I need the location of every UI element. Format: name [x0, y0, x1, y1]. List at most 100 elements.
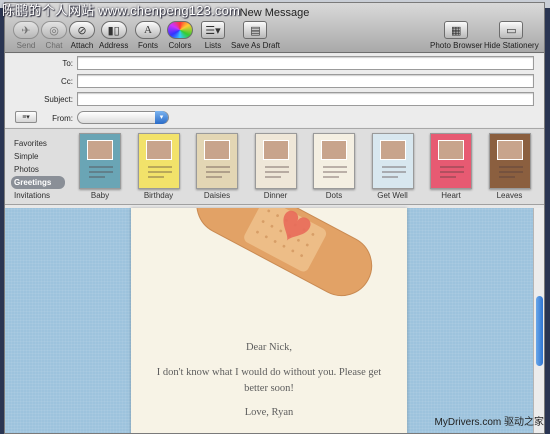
- stationery-label: Heart: [441, 191, 461, 200]
- lists-button[interactable]: ☰▾ Lists: [201, 21, 225, 50]
- address-book-icon: ▮▯: [100, 21, 127, 39]
- stationery-label: Leaves: [496, 191, 523, 200]
- category-photos[interactable]: Photos: [11, 163, 65, 176]
- subject-field[interactable]: [77, 92, 534, 106]
- stationery-label: Get Well: [377, 191, 408, 200]
- preview-photo: [204, 140, 230, 160]
- cc-field[interactable]: [77, 74, 534, 88]
- cc-label: Cc:: [61, 77, 73, 86]
- stationery-leaves[interactable]: Leaves: [481, 133, 539, 200]
- preview-text-line: [147, 171, 172, 173]
- preview-text-line: [206, 171, 230, 173]
- stationery-label: Baby: [90, 191, 110, 200]
- preview-text-line: [89, 166, 113, 168]
- photo-browser-button[interactable]: ▦ Photo Browser: [430, 21, 482, 50]
- preview-text-line: [89, 176, 105, 178]
- body-scrollbar[interactable]: [533, 208, 544, 433]
- preview-photo: [438, 140, 464, 160]
- stationery-dots[interactable]: Dots: [305, 133, 363, 200]
- preview-text-line: [440, 166, 464, 168]
- letter-line-1: I don't know what I would do without you…: [156, 367, 382, 378]
- fonts-button[interactable]: A Fonts: [135, 21, 161, 50]
- credit-watermark: MyDrivers.com 驱动之家: [434, 417, 544, 428]
- color-wheel-icon: [167, 21, 193, 39]
- from-row: ≡▾ From: ▾: [5, 111, 544, 126]
- chat-icon: ◎: [41, 21, 67, 39]
- cc-row: Cc:: [5, 74, 544, 89]
- stationery-birthday[interactable]: Birthday: [130, 133, 188, 200]
- mail-compose-window: New Message ✈ Send ◎ Chat ⊘ Attach ▮▯ Ad…: [4, 2, 545, 434]
- paperclip-icon: ⊘: [69, 21, 95, 39]
- message-body[interactable]: Dear Nick, I don't know what I would do …: [5, 208, 533, 433]
- watermark: 陈鹏的个人网站 www.chenpeng123.com: [2, 3, 241, 18]
- photo-browser-icon: ▦: [444, 21, 469, 39]
- preview-text-line: [498, 176, 515, 178]
- preview-text-line: [323, 176, 339, 178]
- stationery-baby[interactable]: Baby: [71, 133, 129, 200]
- category-favorites[interactable]: Favorites: [11, 137, 65, 150]
- send-icon: ✈: [13, 21, 39, 39]
- preview-photo: [496, 140, 523, 160]
- preview-text-line: [147, 176, 164, 178]
- preview-text-line: [147, 166, 172, 168]
- hide-stationery-button[interactable]: ▭ Hide Stationery: [484, 21, 539, 50]
- address-button[interactable]: ▮▯ Address: [99, 21, 128, 50]
- preview-photo: [87, 140, 113, 160]
- preview-text-line: [206, 166, 230, 168]
- preview-photo: [379, 140, 406, 160]
- to-row: To:: [5, 56, 544, 71]
- stationery-label: Dots: [325, 191, 343, 200]
- stationery-icon: ▭: [499, 21, 524, 39]
- preview-photo: [145, 140, 172, 160]
- preview-text-line: [264, 176, 281, 178]
- category-simple[interactable]: Simple: [11, 150, 65, 163]
- to-label: To:: [62, 59, 73, 68]
- stationery-preview: [430, 133, 472, 189]
- letter-line-2: better soon!: [244, 383, 294, 394]
- stationery-preview: [137, 133, 180, 189]
- preview-text-line: [264, 166, 289, 168]
- send-button[interactable]: ✈ Send: [13, 21, 39, 50]
- category-greetings[interactable]: Greetings: [11, 176, 65, 189]
- subject-row: Subject:: [5, 92, 544, 107]
- attach-button[interactable]: ⊘ Attach: [69, 21, 95, 50]
- preview-text-line: [264, 171, 289, 173]
- category-invitations[interactable]: Invitations: [11, 189, 65, 202]
- preview-text-line: [498, 166, 523, 168]
- letter-signoff: Love, Ryan: [244, 407, 294, 418]
- save-as-draft-button[interactable]: ▤ Save As Draft: [231, 21, 280, 50]
- message-headers: To: Cc: Subject: ≡▾ From: ▾: [5, 54, 544, 127]
- stationery-get-well[interactable]: Get Well: [364, 133, 422, 200]
- bandage-graphic: [196, 208, 373, 297]
- stationery-pane: Favorites Simple Photos Greetings Invitation…: [5, 128, 544, 213]
- from-label: From:: [52, 114, 73, 123]
- stationery-daisies[interactable]: Daisies: [188, 133, 246, 200]
- preview-text-line: [498, 171, 523, 173]
- stationery-dinner[interactable]: Dinner: [247, 133, 305, 200]
- stationery-heart[interactable]: Heart: [422, 133, 480, 200]
- preview-text-line: [323, 166, 347, 168]
- stationery-preview: [254, 133, 297, 189]
- fonts-icon: A: [135, 21, 161, 39]
- stationery-preview: [313, 133, 355, 189]
- subject-label: Subject:: [44, 95, 73, 104]
- stationery-preview: [79, 133, 121, 189]
- stationery-categories: Favorites Simple Photos Greetings Invitation…: [11, 137, 65, 202]
- preview-text-line: [440, 176, 456, 178]
- preview-photo: [321, 140, 347, 160]
- preview-text-line: [323, 171, 347, 173]
- chat-button[interactable]: ◎ Chat: [41, 21, 67, 50]
- draft-icon: ▤: [243, 21, 268, 39]
- chevron-down-icon: ▾: [155, 111, 168, 124]
- stationery-preview: [196, 133, 238, 189]
- scroll-thumb[interactable]: [536, 296, 543, 366]
- preview-photo: [262, 140, 289, 160]
- letter-greeting: Dear Nick,: [245, 342, 293, 353]
- to-field[interactable]: [77, 56, 534, 70]
- from-select[interactable]: ▾: [77, 111, 169, 124]
- preview-text-line: [89, 171, 113, 173]
- stationery-preview: [371, 133, 414, 189]
- colors-button[interactable]: Colors: [167, 21, 193, 50]
- preview-text-line: [381, 176, 398, 178]
- stationery-label: Daisies: [203, 191, 231, 200]
